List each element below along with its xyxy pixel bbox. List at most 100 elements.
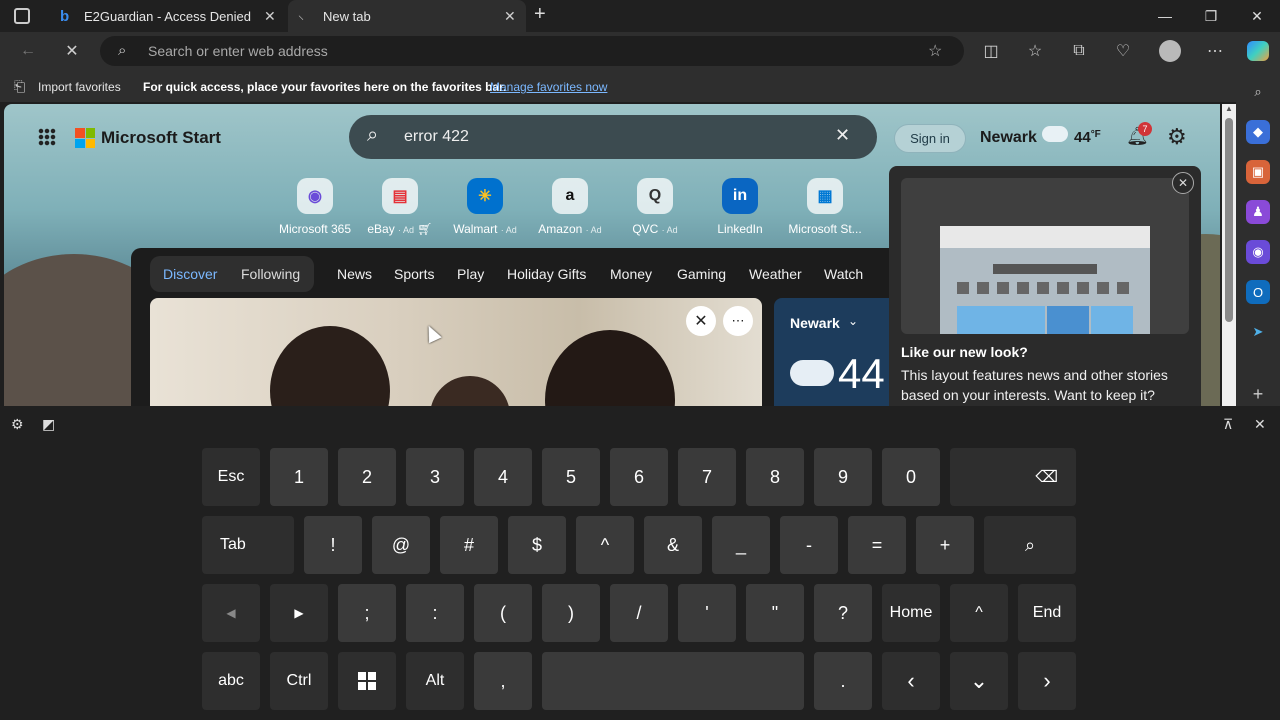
new-tab-icon[interactable]: + [534, 3, 546, 26]
key-abc[interactable]: abc [202, 652, 260, 710]
key-caret[interactable]: ^ [576, 516, 634, 574]
key-at[interactable]: @ [372, 516, 430, 574]
key-end[interactable]: End [1018, 584, 1076, 642]
scrollbar-thumb[interactable] [1225, 118, 1233, 322]
scroll-up-icon[interactable]: ▲ [1225, 104, 1233, 113]
quick-link-amazon[interactable]: a Amazon · Ad [530, 178, 610, 236]
key-9[interactable]: 9 [814, 448, 872, 506]
key-2[interactable]: 2 [338, 448, 396, 506]
key-search[interactable]: ⌕ [984, 516, 1076, 574]
tab-actions-icon[interactable] [14, 8, 30, 24]
key-colon[interactable]: : [406, 584, 464, 642]
feed-nav-news[interactable]: News [337, 266, 372, 282]
key-5[interactable]: 5 [542, 448, 600, 506]
key-exclamation[interactable]: ! [304, 516, 362, 574]
popup-close-icon[interactable]: ✕ [1172, 172, 1194, 194]
key-esc[interactable]: Esc [202, 448, 260, 506]
dismiss-story-icon[interactable]: ✕ [686, 306, 716, 336]
quick-link-linkedin[interactable]: in LinkedIn [700, 178, 780, 236]
key-equals[interactable]: = [848, 516, 906, 574]
key-dollar[interactable]: $ [508, 516, 566, 574]
keyboard-dock-icon[interactable]: ⊼ [1223, 416, 1233, 433]
quick-link-ebay[interactable]: ▤ eBay · Ad 🛒︎ [360, 178, 440, 236]
quick-link-walmart[interactable]: ✳ Walmart · Ad [445, 178, 525, 236]
back-icon[interactable]: ← [13, 36, 43, 66]
copilot-icon[interactable] [1243, 36, 1273, 66]
key-ampersand[interactable]: & [644, 516, 702, 574]
sidebar-add-icon[interactable]: + [1246, 382, 1270, 406]
key-hash[interactable]: # [440, 516, 498, 574]
address-bar[interactable]: ⌕ Search or enter web address ☆ [100, 36, 964, 66]
key-comma[interactable]: , [474, 652, 532, 710]
keyboard-settings-icon[interactable]: ⚙︎ [11, 416, 24, 433]
feed-nav-weather[interactable]: Weather [749, 266, 802, 282]
quick-link-qvc[interactable]: Q QVC · Ad [615, 178, 695, 236]
window-close-icon[interactable]: ✕ [1234, 0, 1280, 32]
key-period[interactable]: . [814, 652, 872, 710]
manage-favorites-link[interactable]: Manage favorites now [490, 80, 607, 94]
import-favorites-button[interactable]: Import favorites [38, 80, 121, 94]
minimize-icon[interactable]: — [1142, 0, 1188, 32]
key-up-arrow[interactable]: ^ [950, 584, 1008, 642]
key-quote[interactable]: " [746, 584, 804, 642]
weather-temperature[interactable]: 44°F [1074, 129, 1101, 146]
key-down[interactable]: ⌄ [950, 652, 1008, 710]
key-space[interactable] [542, 652, 804, 710]
collections-icon[interactable]: ⧉ [1064, 36, 1094, 66]
page-scrollbar[interactable]: ▲ [1222, 104, 1236, 406]
tab-new-tab[interactable]: ⸜ New tab ✕ [288, 0, 526, 32]
key-alt[interactable]: Alt [406, 652, 464, 710]
key-4[interactable]: 4 [474, 448, 532, 506]
key-underscore[interactable]: _ [712, 516, 770, 574]
key-backspace[interactable]: ⌫ [950, 448, 1076, 506]
key-left[interactable]: ‹ [882, 652, 940, 710]
favorite-star-icon[interactable]: ☆ [928, 41, 942, 61]
key-open-paren[interactable]: ( [474, 584, 532, 642]
tab-following[interactable]: Following [241, 266, 300, 282]
key-8[interactable]: 8 [746, 448, 804, 506]
sidebar-tools-icon[interactable]: ▣ [1246, 160, 1270, 184]
key-plus[interactable]: + [916, 516, 974, 574]
key-semicolon[interactable]: ; [338, 584, 396, 642]
profile-avatar[interactable] [1155, 36, 1185, 66]
stop-loading-icon[interactable]: ✕ [57, 36, 87, 66]
sidebar-drop-icon[interactable]: ➤ [1246, 320, 1270, 344]
key-home[interactable]: Home [882, 584, 940, 642]
sidebar-search-icon[interactable]: ⌕ [1246, 80, 1270, 104]
story-more-icon[interactable]: ⋯ [723, 306, 753, 336]
close-tab-icon[interactable]: ✕ [264, 8, 276, 25]
key-minus[interactable]: - [780, 516, 838, 574]
hero-story-image[interactable] [150, 298, 762, 406]
key-3[interactable]: 3 [406, 448, 464, 506]
apps-launcher-icon[interactable] [38, 128, 56, 146]
sidebar-shopping-icon[interactable]: ◆ [1246, 120, 1270, 144]
tab-e2guardian[interactable]: b E2Guardian - Access Denied ✕ [48, 0, 286, 32]
quick-link-microsoft-365[interactable]: ◉ Microsoft 365 [275, 178, 355, 236]
key-close-paren[interactable]: ) [542, 584, 600, 642]
feed-nav-watch[interactable]: Watch [824, 266, 863, 282]
key-apostrophe[interactable]: ' [678, 584, 736, 642]
key-tab[interactable]: Tab [202, 516, 294, 574]
key-left-arrow-disabled[interactable]: ◀ [202, 584, 260, 642]
sidebar-outlook-icon[interactable]: O [1246, 280, 1270, 304]
key-right-arrow[interactable]: ▶ [270, 584, 328, 642]
keyboard-emoji-icon[interactable]: ◩ [42, 416, 55, 433]
sign-in-button[interactable]: Sign in [894, 124, 966, 153]
search-input[interactable]: ⌕ error 422 ✕ [349, 115, 877, 159]
feed-nav-sports[interactable]: Sports [394, 266, 434, 282]
feed-nav-holiday-gifts[interactable]: Holiday Gifts [507, 266, 586, 282]
favorites-icon[interactable]: ☆ [1020, 36, 1050, 66]
quick-link-microsoft-store[interactable]: ▦ Microsoft St... [785, 178, 865, 236]
feed-nav-money[interactable]: Money [610, 266, 652, 282]
clear-search-icon[interactable]: ✕ [835, 125, 850, 146]
feed-nav-gaming[interactable]: Gaming [677, 266, 726, 282]
sidebar-games-icon[interactable]: ♟ [1246, 200, 1270, 224]
key-windows[interactable] [338, 652, 396, 710]
weather-location[interactable]: Newark [980, 129, 1037, 147]
key-1[interactable]: 1 [270, 448, 328, 506]
more-options-icon[interactable]: ⋯ [1200, 36, 1230, 66]
keyboard-close-icon[interactable]: ✕ [1254, 416, 1266, 433]
key-slash[interactable]: / [610, 584, 668, 642]
key-right[interactable]: › [1018, 652, 1076, 710]
key-0[interactable]: 0 [882, 448, 940, 506]
